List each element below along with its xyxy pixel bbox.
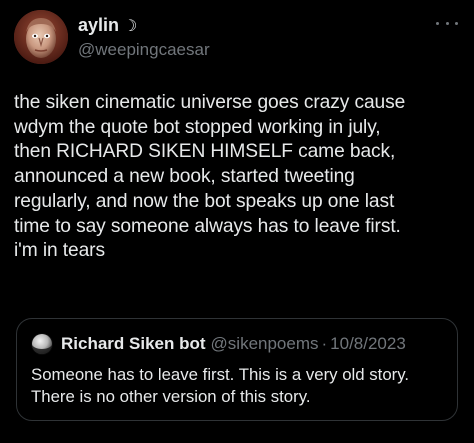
tweet[interactable]: aylin ☽ @weepingcaesar the siken cinemati… (0, 0, 474, 443)
tweet-header: aylin ☽ @weepingcaesar (14, 10, 460, 66)
display-name[interactable]: aylin ☽ (78, 14, 210, 38)
quoted-display-name[interactable]: Richard Siken bot (61, 334, 206, 354)
tweet-text-line: i'm in tears (14, 240, 105, 262)
tweet-text-line: wdym the quote bot stopped working in ju… (14, 116, 381, 138)
moon-icon: ☽ (123, 18, 138, 35)
tweet-text: the siken cinematic universe goes crazy … (14, 91, 464, 264)
more-dot (455, 21, 458, 25)
author-handle[interactable]: @weepingcaesar (78, 39, 210, 61)
quoted-text: Someone has to leave first. This is a ve… (31, 364, 451, 408)
quoted-text-line: There is no other version of this story. (31, 387, 311, 406)
more-dot (436, 21, 439, 25)
quoted-handle[interactable]: @sikenpoems (211, 334, 319, 354)
quoted-text-line: Someone has to leave first. This is a ve… (31, 365, 410, 384)
display-name-text: aylin (78, 15, 120, 35)
avatar[interactable] (14, 10, 68, 64)
moon-avatar-icon (31, 333, 53, 355)
more-dot (445, 21, 449, 25)
author-names: aylin ☽ @weepingcaesar (78, 14, 210, 61)
quoted-date[interactable]: 10/8/2023 (330, 334, 406, 354)
tweet-text-line: the siken cinematic universe goes crazy … (14, 92, 406, 113)
quoted-avatar[interactable] (31, 333, 53, 355)
more-options-icon[interactable] (436, 16, 458, 30)
tweet-text-line: regularly, and now the bot speaks up one… (14, 190, 395, 212)
tweet-text-line: time to say someone always has to leave … (14, 215, 401, 237)
quoted-tweet-header: Richard Siken bot @sikenpoems · 10/8/202… (31, 333, 406, 355)
quoted-separator: · (321, 334, 328, 353)
quoted-tweet[interactable]: Richard Siken bot @sikenpoems · 10/8/202… (16, 318, 458, 421)
caesar-statue-avatar-icon (14, 10, 68, 64)
tweet-text-line: then RICHARD SIKEN HIMSELF came back, (14, 141, 396, 163)
tweet-text-line: announced a new book, started tweeting (14, 166, 355, 188)
